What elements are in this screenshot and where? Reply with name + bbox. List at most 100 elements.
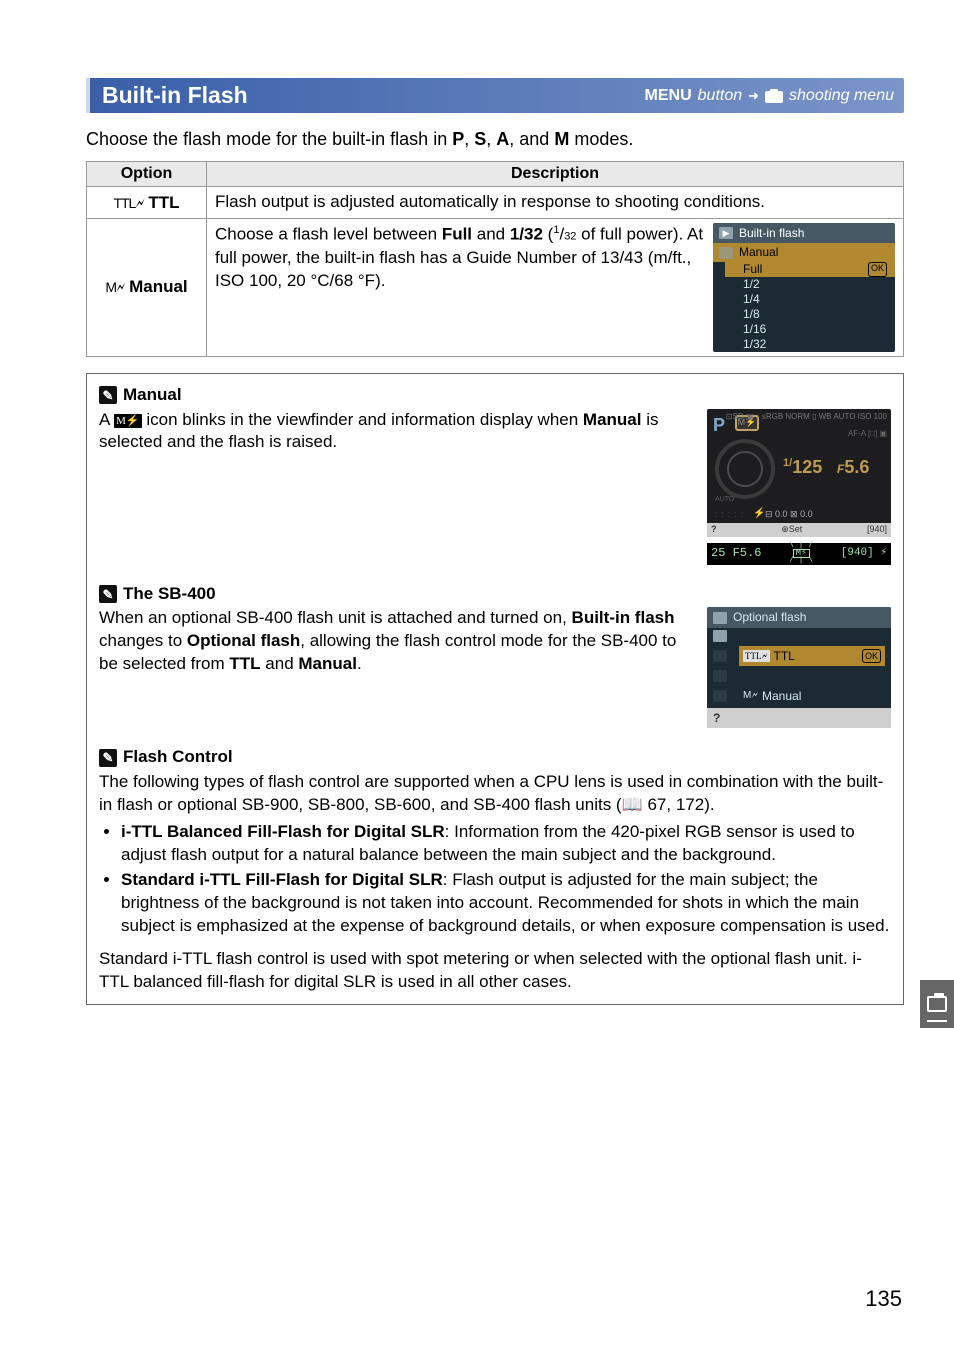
- menu-target: shooting menu: [789, 87, 894, 105]
- pencil-tab-icon: [713, 650, 727, 662]
- fc-intro: The following types of flash control are…: [99, 771, 891, 817]
- note-manual: Manual A M⚡ icon blinks in the viewfinde…: [99, 384, 891, 565]
- m-prefix-icon: M🗲: [743, 689, 758, 703]
- fc-bullets: i-TTL Balanced Fill-Flash for Digital SL…: [99, 821, 891, 938]
- note-sb400-heading: The SB-400: [123, 583, 216, 606]
- sb-b4: Manual: [298, 654, 357, 673]
- tab-underline: [927, 1020, 947, 1022]
- arrow-icon: [748, 87, 759, 105]
- desc-and: and: [472, 225, 510, 244]
- sb-and: and: [261, 654, 299, 673]
- frac-d: 32: [564, 231, 576, 243]
- mode-s: S: [474, 129, 486, 149]
- ok-badge: OK: [862, 649, 881, 663]
- section-header: Built-in Flash MENU button shooting menu: [86, 78, 904, 113]
- sb-p2: changes to: [99, 631, 187, 650]
- lcd2-title: Optional flash: [733, 609, 806, 625]
- lcd-builtin-flash: ▶ Built-in flash Manual: [713, 223, 895, 351]
- menu-button-word: button: [698, 87, 742, 105]
- menu-path: MENU button shooting menu: [645, 87, 894, 105]
- shutter-speed: 1/125: [783, 455, 822, 479]
- auto-label: AUTO: [715, 495, 734, 504]
- lcd-item: 1/32: [743, 337, 766, 352]
- option-ttl-label: TTL: [148, 193, 179, 212]
- manual-prefix-icon: M🗲: [105, 279, 124, 295]
- mode-indicator: P: [713, 413, 725, 437]
- lcd-title: Built-in flash: [739, 225, 804, 241]
- bullet-lead: i-TTL Balanced Fill-Flash for Digital SL…: [121, 822, 445, 841]
- help-icon: ?: [711, 523, 717, 535]
- camera-icon: [927, 996, 947, 1012]
- frame-count: [940]: [867, 523, 887, 535]
- sb-b2: Optional flash: [187, 631, 300, 650]
- pencil-icon: [99, 386, 117, 404]
- bullet-lead: Standard i-TTL Fill-Flash for Digital SL…: [121, 870, 443, 889]
- lcd-item: 1/2: [743, 277, 760, 292]
- lcd-item: 1/16: [743, 322, 766, 337]
- table-row: TTL🗲 TTL Flash output is adjusted automa…: [87, 187, 904, 219]
- recent-tab-icon: [713, 690, 727, 702]
- option-manual: M🗲 Manual: [87, 219, 207, 356]
- nm-p1: A: [99, 410, 114, 429]
- mode-a: A: [496, 129, 509, 149]
- mode-p: P: [452, 129, 464, 149]
- intro-prefix: Choose the flash mode for the built-in f…: [86, 129, 452, 149]
- camera-tab-icon: [719, 247, 733, 259]
- desc-ttl: Flash output is adjusted automatically i…: [207, 187, 904, 219]
- option-ttl: TTL🗲 TTL: [87, 187, 207, 219]
- options-table: Option Description TTL🗲 TTL Flash output…: [86, 161, 904, 356]
- info-topright: ⊡SD ▣ ♪ sRGB NORM ▯ WB AUTO ISO 100: [726, 413, 887, 422]
- mode-m: M: [554, 129, 569, 149]
- vf-left: 25 F5.6: [711, 545, 761, 561]
- lcd2-ttl: TTL: [774, 648, 795, 664]
- table-row: M🗲 Manual Choose a flash level between F…: [87, 219, 904, 356]
- exposure-dial-icon: [715, 439, 775, 499]
- help-icon: ?: [713, 710, 720, 726]
- ok-badge: OK: [868, 262, 887, 277]
- lcd-item: 1/4: [743, 292, 760, 307]
- info-display: P M⚡ ⊡SD ▣ ♪ sRGB NORM ▯ WB AUTO ISO 100…: [707, 409, 891, 537]
- lcd-item: 1/8: [743, 307, 760, 322]
- th-option: Option: [87, 162, 207, 187]
- shutter-val: 125: [792, 457, 822, 477]
- nm-bold: Manual: [583, 410, 642, 429]
- option-manual-label: Manual: [129, 277, 188, 296]
- ttl-prefix-icon: TTL🗲: [113, 195, 143, 211]
- note-sb400: The SB-400 When an optional SB-400 flash…: [99, 583, 891, 729]
- sb-p1: When an optional SB-400 flash unit is at…: [99, 608, 572, 627]
- set-label: ⊕Set: [781, 523, 802, 535]
- sb-b1: Built-in flash: [572, 608, 675, 627]
- desc-full: Full: [442, 225, 472, 244]
- vf-m-badge: M⚡: [793, 549, 810, 558]
- menu-label: MENU: [645, 87, 692, 105]
- desc-paren: (: [543, 225, 553, 244]
- intro-suffix: modes.: [569, 129, 633, 149]
- th-description: Description: [207, 162, 904, 187]
- desc-manual-p1: Choose a flash level between: [215, 225, 442, 244]
- m-flash-icon: M⚡: [114, 414, 141, 429]
- desc-manual: Choose a flash level between Full and 1/…: [207, 219, 904, 356]
- playback-tab-icon: [713, 612, 727, 624]
- retouch-tab-icon: [713, 670, 727, 682]
- side-tab: [920, 980, 954, 1028]
- info-rightcol: AF-A [□] ▣: [848, 429, 887, 439]
- lcd-item: Full: [743, 262, 762, 277]
- camera-tab-icon: [713, 630, 727, 642]
- ap-val: 5.6: [844, 457, 869, 477]
- ev-readout: ⊟ 0.0 ⊠ 0.0: [765, 508, 813, 520]
- lcd-optional-flash: Optional flash TTL🗲 TTL OK: [707, 607, 891, 728]
- shutter-pre: 1/: [783, 457, 792, 469]
- list-item: i-TTL Balanced Fill-Flash for Digital SL…: [121, 821, 891, 867]
- camera-icon: [765, 89, 783, 103]
- fc-footer: Standard i-TTL flash control is used wit…: [99, 948, 891, 994]
- lcd-selected: Manual: [739, 244, 778, 260]
- sb-end: .: [357, 654, 362, 673]
- playback-icon: ▶: [719, 227, 733, 239]
- af-points-icon: : : : : :: [715, 510, 744, 521]
- ttl-prefix-icon: TTL🗲: [743, 650, 770, 662]
- note-flash-control: Flash Control The following types of fla…: [99, 746, 891, 993]
- aperture: F5.6: [837, 455, 869, 479]
- blink-icon: M⚡: [789, 543, 813, 565]
- viewfinder-strip: 25 F5.6 M⚡ [940] ⚡: [707, 543, 891, 565]
- desc-132: 1/32: [510, 225, 543, 244]
